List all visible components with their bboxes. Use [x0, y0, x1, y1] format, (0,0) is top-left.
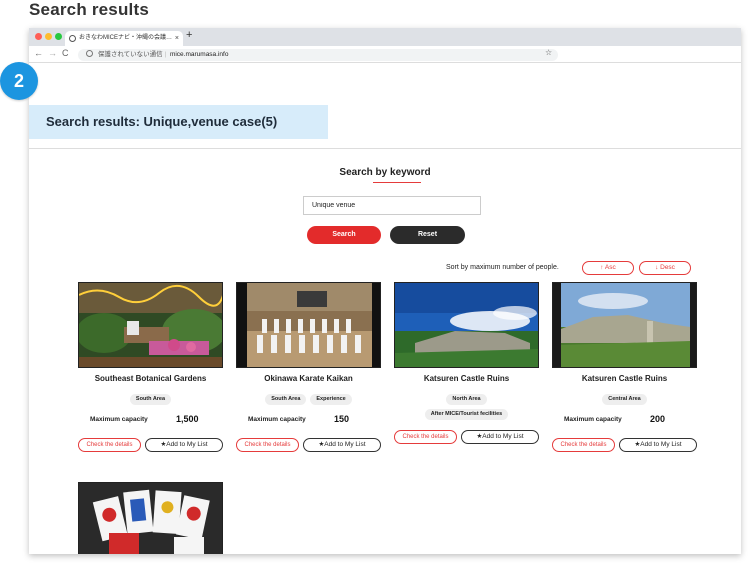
tag-list: Central Area [552, 394, 697, 409]
sort-asc-button[interactable]: ↑ Asc [582, 261, 634, 275]
tab-close-icon[interactable]: × [175, 31, 179, 46]
keyword-search-title: Search by keyword [339, 167, 431, 178]
tag-list: South Area [78, 394, 223, 409]
search-button[interactable]: Search [307, 226, 381, 244]
forward-icon[interactable]: → [48, 48, 57, 58]
step-number-badge: 2 [0, 62, 38, 100]
result-title: Search results: Unique,venue case(5) [46, 114, 278, 129]
reload-icon[interactable]: C [62, 48, 69, 58]
add-to-my-list-button[interactable]: ★Add to My List [303, 438, 381, 452]
venue-photo[interactable] [78, 282, 223, 368]
page-content: Search results: Unique,venue case(5) Sea… [29, 63, 741, 554]
area-tag: North Area [446, 394, 487, 405]
url-field[interactable]: 保護されていない通信 | mice.marumasa.info [78, 49, 558, 61]
close-window-icon[interactable] [35, 33, 42, 40]
title-underline [373, 182, 421, 183]
new-tab-button[interactable]: + [186, 29, 192, 41]
check-details-button[interactable]: Check the details [394, 430, 457, 444]
address-bar: ← → C 保護されていない通信 | mice.marumasa.info ☆ [29, 46, 741, 63]
keyword-input[interactable] [303, 196, 481, 215]
venue-photo[interactable] [78, 482, 223, 554]
add-to-my-list-button[interactable]: ★Add to My List [145, 438, 223, 452]
venue-photo[interactable] [236, 282, 381, 368]
check-details-button[interactable]: Check the details [78, 438, 141, 452]
venue-photo[interactable] [394, 282, 539, 368]
venue-name: Katsuren Castle Ruins [423, 374, 510, 383]
playing-cards-photo [79, 483, 222, 554]
reset-button[interactable]: Reset [390, 226, 465, 244]
tag-list: North Area After MICE/Tourist fecilities [394, 394, 539, 424]
venue-name: Katsuren Castle Ruins [581, 374, 668, 383]
tag-list: South Area Experience [236, 394, 381, 409]
tab-bar: おきなわMICEナビ・沖縄の会議… × + [29, 28, 741, 46]
castle-ruins-photo [553, 283, 696, 367]
area-tag: Central Area [602, 394, 647, 405]
maximize-window-icon[interactable] [55, 33, 62, 40]
capacity-label: Maximum capacity [90, 416, 148, 423]
category-tag: After MICE/Tourist fecilities [424, 409, 509, 420]
url-host: mice.marumasa.info [169, 51, 229, 58]
capacity-value: 150 [334, 414, 350, 424]
check-details-button[interactable]: Check the details [236, 438, 299, 452]
url-security-text: 保護されていない通信 [97, 51, 163, 58]
botanical-garden-photo [79, 283, 222, 367]
add-to-my-list-button[interactable]: ★Add to My List [619, 438, 697, 452]
check-details-button[interactable]: Check the details [552, 438, 615, 452]
minimize-window-icon[interactable] [45, 33, 52, 40]
category-tag: Experience [310, 394, 352, 405]
capacity-value: 1,500 [176, 414, 199, 424]
venue-name: Southeast Botanical Gardens [94, 374, 207, 383]
area-tag: South Area [265, 394, 307, 405]
castle-ruins-photo [395, 283, 538, 367]
venue-name: Okinawa Karate Kaikan [264, 374, 353, 383]
info-icon[interactable] [86, 50, 93, 57]
venue-photo[interactable] [552, 282, 697, 368]
result-title-banner: Search results: Unique,venue case(5) [29, 105, 328, 139]
divider [29, 148, 741, 149]
back-icon[interactable]: ← [34, 48, 43, 58]
sort-label: Sort by maximum number of people. [446, 264, 559, 271]
capacity-value: 200 [650, 414, 666, 424]
bookmark-star-icon[interactable]: ☆ [545, 48, 552, 57]
sort-desc-button[interactable]: ↓ Desc [639, 261, 691, 275]
karate-hall-photo [237, 283, 380, 367]
browser-window: おきなわMICEナビ・沖縄の会議… × + ← → C 保護されていない通信 |… [29, 28, 741, 554]
page-heading: Search results [29, 0, 149, 19]
globe-icon [69, 35, 76, 42]
area-tag: South Area [129, 394, 172, 405]
capacity-label: Maximum capacity [564, 416, 622, 423]
capacity-label: Maximum capacity [248, 416, 306, 423]
add-to-my-list-button[interactable]: ★Add to My List [461, 430, 539, 444]
tab-title: おきなわMICEナビ・沖縄の会議… [79, 35, 173, 41]
browser-tab[interactable]: おきなわMICEナビ・沖縄の会議… × [65, 31, 183, 46]
